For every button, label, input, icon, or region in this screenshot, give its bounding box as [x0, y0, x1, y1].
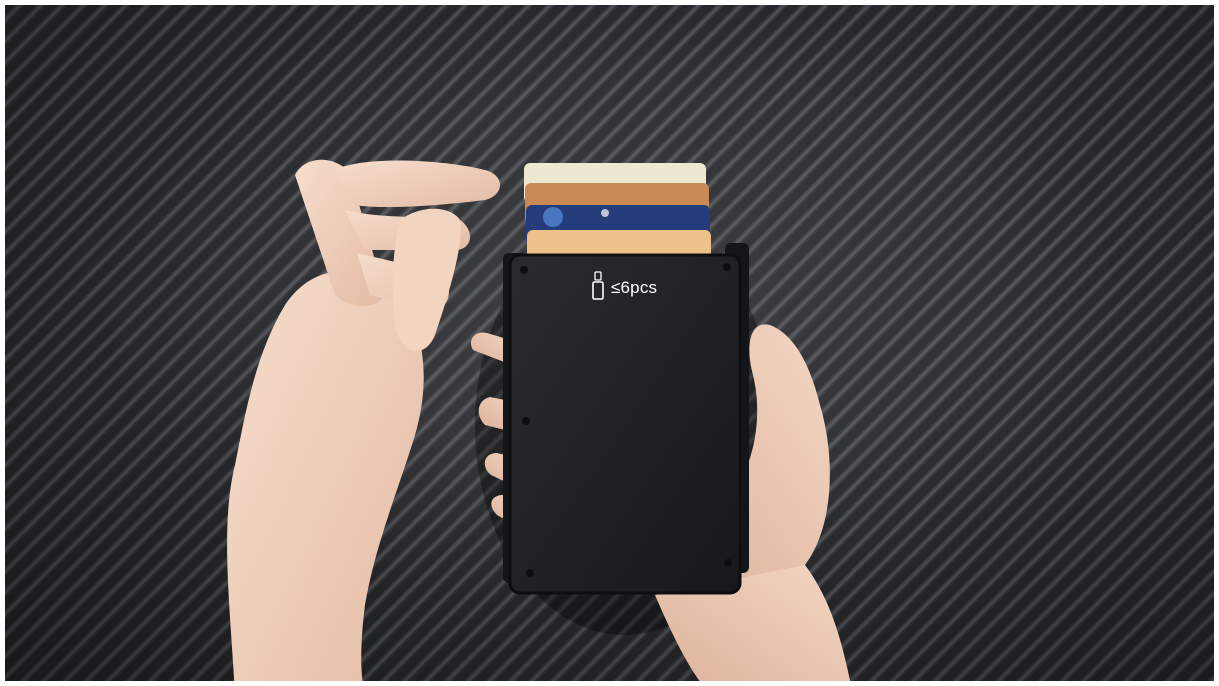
- photo-frame: ≤6pcs: [5, 5, 1214, 681]
- left-hand: [227, 159, 500, 681]
- capacity-label: ≤6pcs: [611, 278, 658, 297]
- product-photo: [227, 159, 851, 681]
- screw: [520, 266, 528, 274]
- screw: [522, 417, 530, 425]
- screw: [724, 559, 732, 567]
- screw: [526, 569, 534, 577]
- screw: [723, 263, 731, 271]
